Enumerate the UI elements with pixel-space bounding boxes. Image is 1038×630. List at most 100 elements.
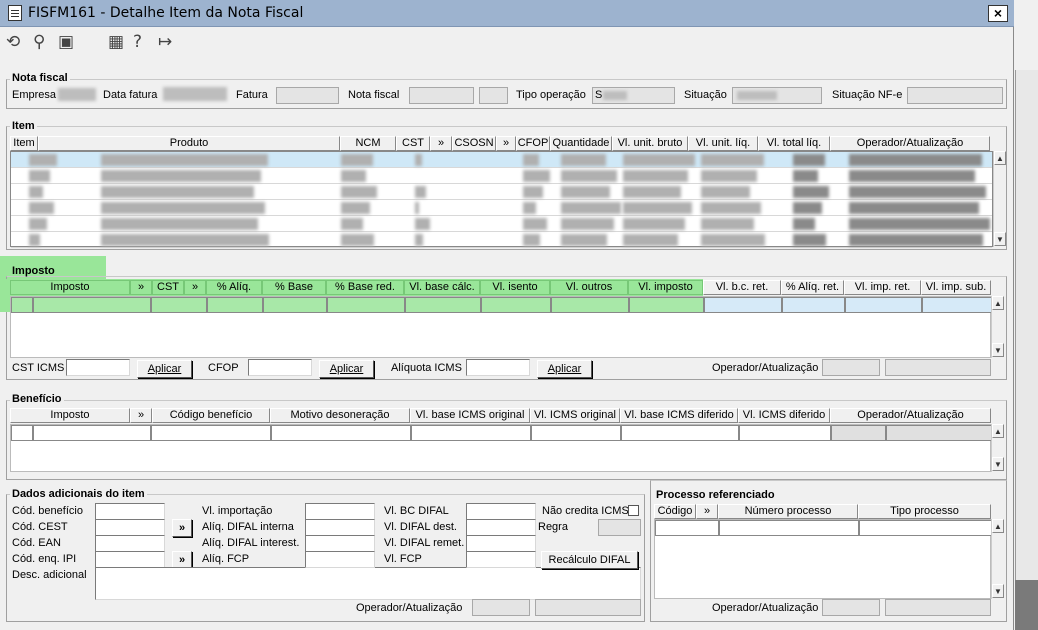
cod-cest-field[interactable] bbox=[95, 519, 165, 536]
imposto-cell[interactable] bbox=[845, 297, 922, 313]
beneficio-col-2[interactable]: Código benefício bbox=[152, 408, 270, 423]
scroll-down-icon[interactable]: ▼ bbox=[992, 457, 1004, 471]
imposto-col-13[interactable]: Vl. imp. ret. bbox=[844, 280, 921, 295]
nota-fiscal-field[interactable] bbox=[409, 87, 474, 104]
imposto-col-14[interactable]: Vl. imp. sub. bbox=[921, 280, 991, 295]
imposto-col-10[interactable]: Vl. imposto bbox=[628, 280, 703, 295]
scroll-down-icon[interactable]: ▼ bbox=[992, 584, 1004, 598]
processo-col-3[interactable]: Tipo processo bbox=[858, 504, 991, 519]
item-grid[interactable] bbox=[10, 151, 993, 248]
close-button[interactable]: × bbox=[988, 5, 1008, 22]
aliquota-icms-field[interactable] bbox=[466, 359, 530, 376]
table-row[interactable] bbox=[11, 200, 992, 216]
cod-beneficio-field[interactable] bbox=[95, 503, 165, 520]
beneficio-cell[interactable] bbox=[831, 425, 886, 441]
table-row[interactable] bbox=[11, 152, 992, 168]
imposto-col-4[interactable]: % Alíq. bbox=[206, 280, 262, 295]
processo-col-2[interactable]: Número processo bbox=[718, 504, 858, 519]
item-col-5[interactable]: CSOSN bbox=[452, 136, 496, 151]
item-col-7[interactable]: CFOP bbox=[516, 136, 550, 151]
scroll-up-icon[interactable]: ▲ bbox=[992, 424, 1004, 438]
item-col-3[interactable]: CST bbox=[396, 136, 430, 151]
imposto-cell[interactable] bbox=[151, 297, 207, 313]
beneficio-cell[interactable] bbox=[11, 425, 33, 441]
scroll-up-icon[interactable]: ▲ bbox=[992, 296, 1004, 310]
imposto-cell[interactable] bbox=[481, 297, 551, 313]
regra-field[interactable] bbox=[598, 519, 641, 536]
beneficio-col-8[interactable]: Operador/Atualização bbox=[830, 408, 991, 423]
vl-importacao-field[interactable] bbox=[305, 503, 375, 520]
vl-fcp-field[interactable] bbox=[466, 551, 536, 568]
cfop-field[interactable] bbox=[248, 359, 312, 376]
aliq-fcp-field[interactable] bbox=[305, 551, 375, 568]
refresh-icon[interactable]: ⟲ bbox=[6, 32, 20, 52]
imposto-col-12[interactable]: % Alíq. ret. bbox=[781, 280, 844, 295]
item-col-10[interactable]: Vl. unit. líq. bbox=[688, 136, 758, 151]
beneficio-scrollbar[interactable]: ▲ ▼ bbox=[991, 424, 1004, 472]
imposto-col-8[interactable]: Vl. isento bbox=[480, 280, 550, 295]
vl-difal-dest-field[interactable] bbox=[466, 519, 536, 536]
item-scrollbar[interactable]: ▲ ▼ bbox=[993, 151, 1006, 247]
beneficio-cell[interactable] bbox=[33, 425, 151, 441]
beneficio-col-0[interactable]: Imposto bbox=[10, 408, 130, 423]
imposto-cell[interactable] bbox=[11, 297, 33, 313]
table-row[interactable] bbox=[11, 184, 992, 200]
imposto-cell[interactable] bbox=[327, 297, 405, 313]
imposto-col-2[interactable]: CST bbox=[152, 280, 184, 295]
imposto-cell[interactable] bbox=[704, 297, 782, 313]
beneficio-cell[interactable] bbox=[739, 425, 831, 441]
aplicar-cst-button[interactable]: Aplicar bbox=[137, 360, 192, 378]
save-icon[interactable]: ▣ bbox=[58, 32, 74, 52]
item-col-4[interactable]: » bbox=[430, 136, 452, 151]
dados-atualizacao-field[interactable] bbox=[535, 599, 641, 616]
processo-operador-field[interactable] bbox=[822, 599, 880, 616]
scroll-down-icon[interactable]: ▼ bbox=[994, 232, 1006, 246]
vl-difal-remet-field[interactable] bbox=[466, 535, 536, 552]
imposto-cell[interactable] bbox=[405, 297, 481, 313]
exit-icon[interactable]: ↦ bbox=[158, 32, 172, 52]
imposto-cell[interactable] bbox=[33, 297, 151, 313]
imposto-atualizacao-field[interactable] bbox=[885, 359, 991, 376]
aliq-difal-interest-field[interactable] bbox=[305, 535, 375, 552]
cod-enq-ipi-field[interactable] bbox=[95, 551, 165, 568]
situacao-field[interactable] bbox=[732, 87, 822, 104]
nao-credita-icms-checkbox[interactable] bbox=[628, 505, 639, 516]
beneficio-cell[interactable] bbox=[271, 425, 411, 441]
nota-fiscal-serie-field[interactable] bbox=[479, 87, 508, 104]
scroll-up-icon[interactable]: ▲ bbox=[994, 151, 1006, 165]
table-row[interactable] bbox=[11, 216, 992, 232]
cst-icms-field[interactable] bbox=[66, 359, 130, 376]
processo-atualizacao-field[interactable] bbox=[885, 599, 991, 616]
cod-ean-field[interactable] bbox=[95, 535, 165, 552]
recalculo-difal-button[interactable]: Recálculo DIFAL bbox=[541, 551, 638, 569]
imposto-col-6[interactable]: % Base red. bbox=[326, 280, 404, 295]
beneficio-col-3[interactable]: Motivo desoneração bbox=[270, 408, 410, 423]
item-col-9[interactable]: Vl. unit. bruto bbox=[612, 136, 688, 151]
cod-cest-lookup-button[interactable]: » bbox=[172, 519, 192, 537]
imposto-cell[interactable] bbox=[207, 297, 263, 313]
item-col-8[interactable]: Quantidade bbox=[550, 136, 612, 151]
table-row[interactable] bbox=[11, 232, 992, 248]
processo-grid[interactable] bbox=[654, 519, 992, 599]
imposto-cell[interactable] bbox=[922, 297, 992, 313]
aplicar-cfop-button[interactable]: Aplicar bbox=[319, 360, 374, 378]
processo-col-1[interactable]: » bbox=[696, 504, 718, 519]
search-icon[interactable]: ⚲ bbox=[33, 32, 45, 52]
scroll-down-icon[interactable]: ▼ bbox=[992, 343, 1004, 357]
scroll-up-icon[interactable]: ▲ bbox=[992, 519, 1004, 533]
fatura-field[interactable] bbox=[276, 87, 339, 104]
processo-scrollbar[interactable]: ▲ ▼ bbox=[991, 519, 1004, 599]
beneficio-cell[interactable] bbox=[151, 425, 271, 441]
imposto-col-3[interactable]: » bbox=[184, 280, 206, 295]
situacao-nfe-field[interactable] bbox=[907, 87, 1003, 104]
item-col-11[interactable]: Vl. total líq. bbox=[758, 136, 830, 151]
item-col-1[interactable]: Produto bbox=[38, 136, 340, 151]
item-col-12[interactable]: Operador/Atualização bbox=[830, 136, 990, 151]
imposto-cell[interactable] bbox=[629, 297, 704, 313]
beneficio-col-1[interactable]: » bbox=[130, 408, 152, 423]
imposto-col-9[interactable]: Vl. outros bbox=[550, 280, 628, 295]
processo-cell[interactable] bbox=[719, 520, 859, 536]
imposto-col-0[interactable]: Imposto bbox=[10, 280, 130, 295]
imposto-cell[interactable] bbox=[551, 297, 629, 313]
tipo-operacao-field[interactable]: S bbox=[592, 87, 675, 104]
